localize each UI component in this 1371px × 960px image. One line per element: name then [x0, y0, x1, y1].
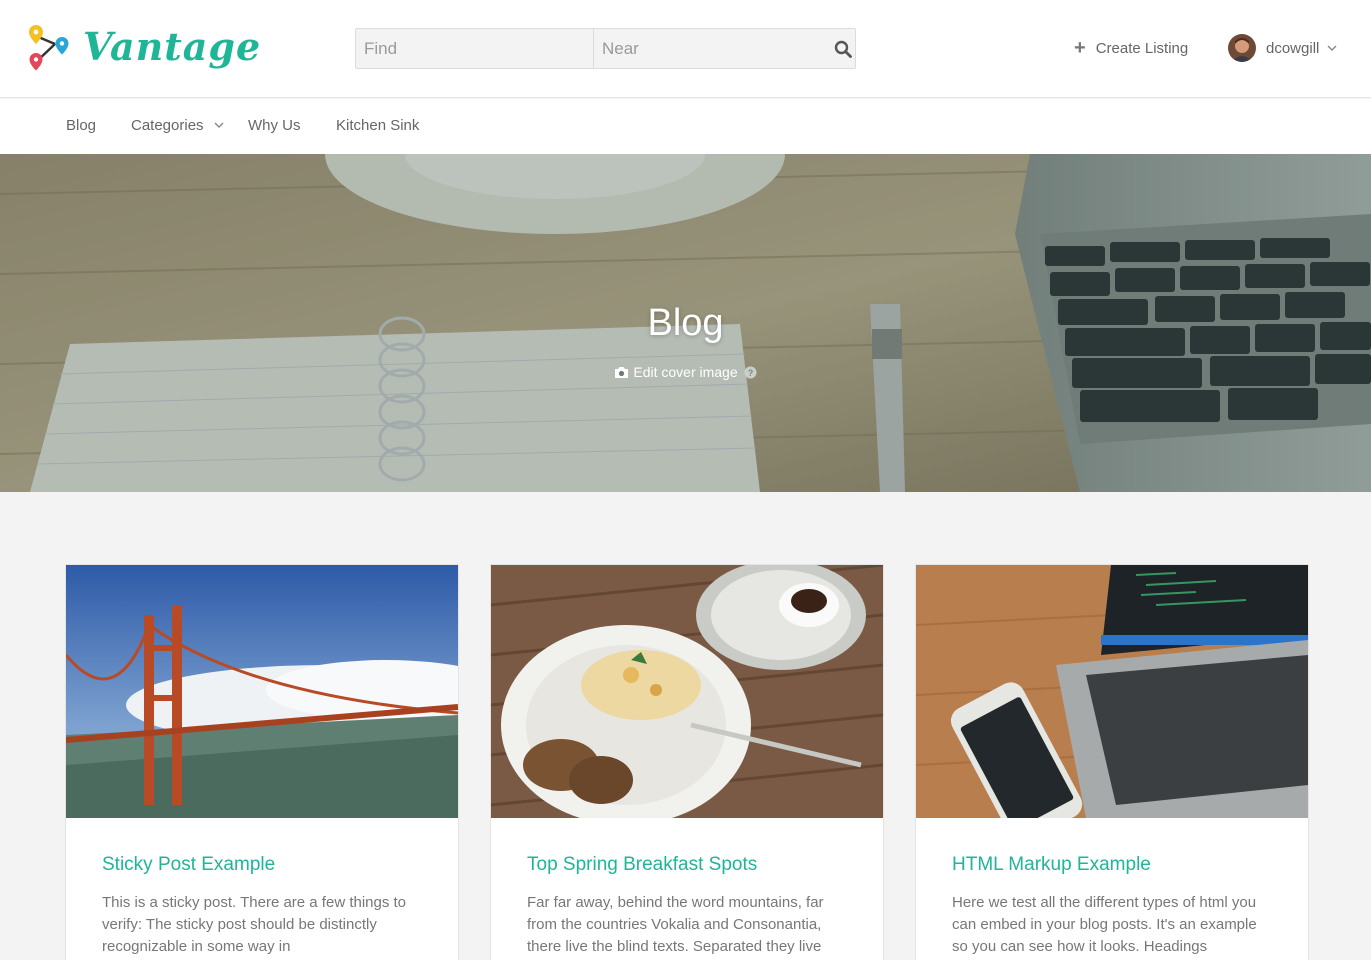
- create-listing-label: Create Listing: [1095, 39, 1189, 57]
- svg-text:?: ?: [747, 368, 753, 378]
- plus-icon: +: [1074, 37, 1086, 59]
- edit-cover-label: Edit cover image: [633, 364, 738, 380]
- post-thumbnail[interactable]: [916, 565, 1308, 818]
- username: dcowgill: [1266, 39, 1320, 57]
- camera-icon: [615, 366, 629, 378]
- post-excerpt: Far far away, behind the word mountains,…: [527, 894, 824, 955]
- search-icon: [834, 40, 852, 58]
- user-menu[interactable]: dcowgill: [1228, 33, 1337, 63]
- nav-item-label: Kitchen Sink: [336, 117, 420, 134]
- page-title: Blog: [647, 302, 724, 344]
- post-title[interactable]: HTML Markup Example: [952, 854, 1151, 876]
- post-card: Top Spring Breakfast Spots Far far away,…: [490, 564, 884, 960]
- question-circle-icon[interactable]: ?: [744, 366, 757, 379]
- find-input[interactable]: [356, 29, 594, 68]
- edit-cover-image-button[interactable]: Edit cover image ?: [0, 364, 1371, 380]
- post-excerpt: Here we test all the different types of …: [952, 894, 1257, 955]
- create-listing-button[interactable]: + Create Listing: [1074, 36, 1188, 60]
- cover-image: Blog Edit cover image ?: [0, 154, 1371, 492]
- post-card: Sticky Post Example This is a sticky pos…: [65, 564, 459, 960]
- site-logo[interactable]: Vantage: [27, 22, 260, 76]
- nav-item-label: Categories: [131, 117, 204, 134]
- search-bar: [355, 28, 856, 69]
- nav-item-kitchen-sink[interactable]: Kitchen Sink: [336, 117, 419, 134]
- site-header: Vantage + Create Listing dcowgill: [0, 0, 1371, 98]
- avatar: [1228, 34, 1256, 62]
- chevron-down-icon: [214, 122, 224, 128]
- post-title[interactable]: Sticky Post Example: [102, 854, 275, 876]
- post-card: HTML Markup Example Here we test all the…: [915, 564, 1309, 960]
- main-nav: Blog Categories Why Us Kitchen Sink: [0, 99, 1371, 154]
- post-excerpt: This is a sticky post. There are a few t…: [102, 894, 407, 955]
- post-thumbnail[interactable]: [491, 565, 883, 818]
- golden-gate-photo: [66, 565, 458, 818]
- nav-item-categories[interactable]: Categories: [131, 117, 224, 134]
- post-thumbnail[interactable]: [66, 565, 458, 818]
- laptop-phone-photo: [916, 565, 1308, 818]
- chevron-down-icon: [1327, 45, 1337, 51]
- nav-item-label: Blog: [66, 117, 97, 134]
- breakfast-photo: [491, 565, 883, 818]
- near-input[interactable]: [594, 29, 831, 68]
- post-title[interactable]: Top Spring Breakfast Spots: [527, 854, 757, 876]
- map-pins-icon: [29, 25, 69, 71]
- logo-wordmark: Vantage: [83, 24, 262, 69]
- nav-item-blog[interactable]: Blog: [66, 117, 96, 134]
- search-button[interactable]: [831, 29, 855, 68]
- nav-item-why-us[interactable]: Why Us: [248, 117, 301, 134]
- nav-item-label: Why Us: [248, 117, 301, 134]
